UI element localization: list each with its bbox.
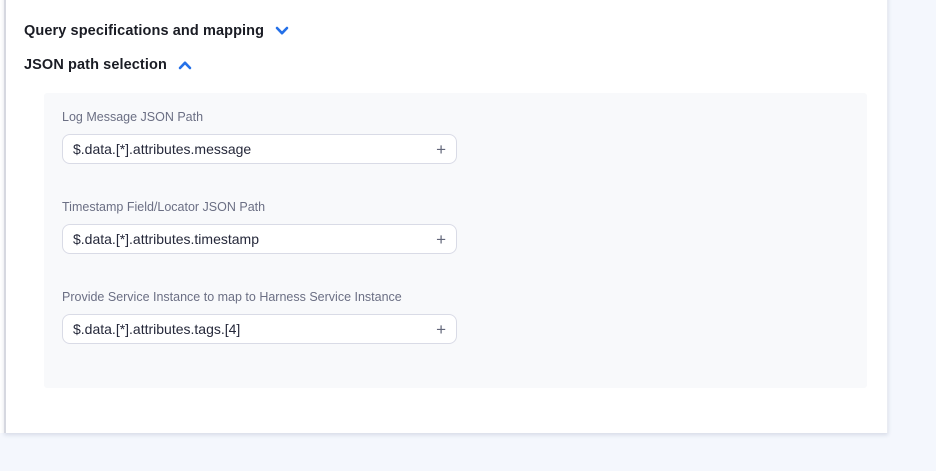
log-message-json-path-inputwrap: + (62, 134, 457, 164)
section-title: Query specifications and mapping (24, 23, 264, 39)
chevron-up-icon (178, 60, 192, 70)
plus-icon: + (436, 140, 446, 159)
section-header-query-specifications[interactable]: Query specifications and mapping (24, 22, 887, 39)
service-instance-json-path-input[interactable] (63, 315, 424, 343)
card-content: Query specifications and mapping JSON pa… (6, 0, 887, 388)
add-json-path-button[interactable]: + (424, 315, 456, 343)
section-title: JSON path selection (24, 57, 167, 73)
field-label: Log Message JSON Path (62, 110, 867, 124)
timestamp-json-path-inputwrap: + (62, 224, 457, 254)
section-header-json-path-selection[interactable]: JSON path selection (24, 56, 887, 73)
field-group-log-message: Log Message JSON Path + (62, 110, 867, 164)
plus-icon: + (436, 230, 446, 249)
settings-card: Query specifications and mapping JSON pa… (4, 0, 888, 433)
chevron-down-icon (275, 26, 289, 36)
field-label: Timestamp Field/Locator JSON Path (62, 200, 867, 214)
field-group-service-instance: Provide Service Instance to map to Harne… (62, 290, 867, 344)
timestamp-json-path-input[interactable] (63, 225, 424, 253)
field-group-timestamp: Timestamp Field/Locator JSON Path + (62, 200, 867, 254)
add-json-path-button[interactable]: + (424, 135, 456, 163)
field-label: Provide Service Instance to map to Harne… (62, 290, 867, 304)
add-json-path-button[interactable]: + (424, 225, 456, 253)
plus-icon: + (436, 320, 446, 339)
service-instance-json-path-inputwrap: + (62, 314, 457, 344)
log-message-json-path-input[interactable] (63, 135, 424, 163)
json-path-panel: Log Message JSON Path + Timestamp Field/… (44, 93, 867, 388)
